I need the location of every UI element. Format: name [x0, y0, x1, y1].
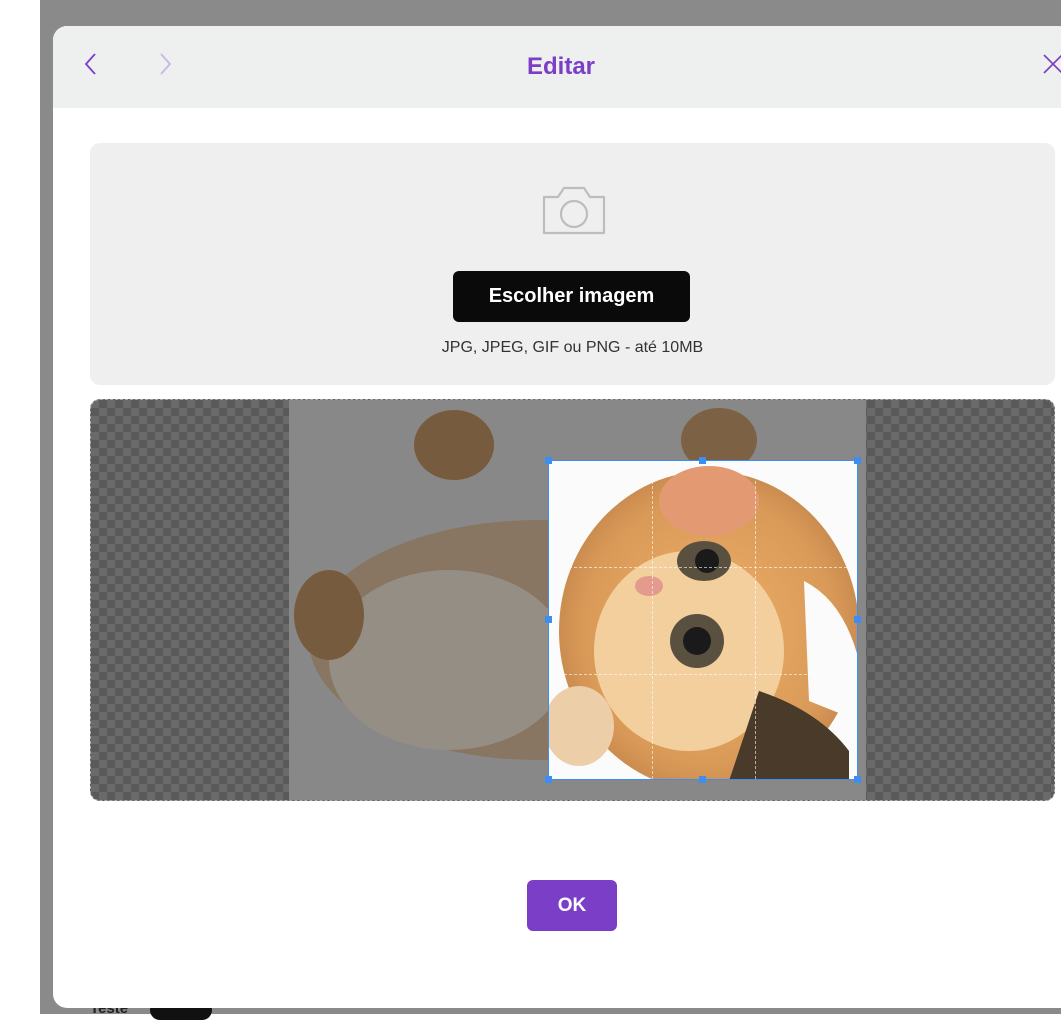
crop-grid-line — [549, 567, 857, 568]
modal-header: Editar — [53, 26, 1061, 108]
crop-handle-top-left[interactable] — [545, 457, 552, 464]
crop-handle-bottom-right[interactable] — [854, 776, 861, 783]
crop-grid-line — [652, 461, 653, 779]
crop-handle-right[interactable] — [854, 616, 861, 623]
crop-handle-left[interactable] — [545, 616, 552, 623]
crop-handle-bottom[interactable] — [699, 776, 706, 783]
ok-button[interactable]: OK — [527, 880, 617, 931]
crop-grid-line — [549, 674, 857, 675]
crop-grid-line — [755, 461, 756, 779]
background-page — [0, 0, 40, 1014]
camera-icon — [542, 186, 606, 235]
kitten-photo-crop — [549, 461, 857, 779]
close-button[interactable] — [1033, 44, 1061, 84]
choose-image-button[interactable]: Escolher imagem — [453, 271, 690, 322]
image-cropper[interactable] — [90, 399, 1055, 801]
modal-title: Editar — [526, 53, 595, 80]
file-type-hint: JPG, JPEG, GIF ou PNG - até 10MB — [441, 339, 704, 356]
crop-handle-top[interactable] — [699, 457, 706, 464]
image-upload-area[interactable]: Escolher imagem JPG, JPEG, GIF ou PNG - … — [90, 143, 1055, 385]
close-icon — [1043, 54, 1061, 74]
crop-handle-top-right[interactable] — [854, 457, 861, 464]
crop-selection[interactable] — [548, 460, 858, 780]
edit-modal: Editar Escolher imagem JPG, JPEG, GIF ou… — [53, 26, 1061, 1008]
crop-handle-bottom-left[interactable] — [545, 776, 552, 783]
